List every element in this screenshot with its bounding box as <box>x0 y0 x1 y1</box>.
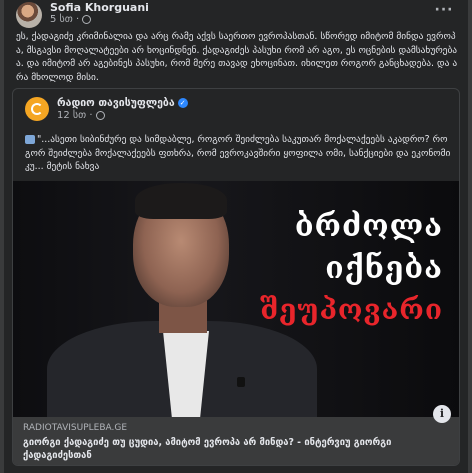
verified-badge-icon: ✓ <box>177 98 188 108</box>
shared-post-meta: 12 სთ · <box>57 110 105 121</box>
logo-mark <box>31 103 43 115</box>
shared-post-time[interactable]: 12 სთ · <box>57 110 93 121</box>
shared-post[interactable]: რადიო თავისუფლება ✓ 12 სთ · "...ასეთი სი… <box>12 88 460 466</box>
shared-page-name-row: რადიო თავისუფლება ✓ <box>57 97 188 109</box>
post-text: ეს, ქადაგიძე კრიმინალია და არც რამე აქვს… <box>16 31 458 83</box>
link-title[interactable]: გიორგი ქადაგიძე თუ ცუდია, ამიტომ ევროპა … <box>23 436 443 462</box>
shared-post-text-body: "...ასეთი სიბინძურე და სიმდაბლე, როგორ შ… <box>25 134 451 172</box>
radio-tavisupleba-logo-icon[interactable] <box>25 97 49 121</box>
globe-icon <box>82 15 92 24</box>
globe-icon <box>95 111 105 120</box>
person-hair <box>135 183 227 219</box>
link-preview-image[interactable]: ბრძოლა იქნება შეუპოვარი <box>13 181 459 417</box>
overlay-text-line-3: შეუპოვარი <box>260 293 443 326</box>
info-icon[interactable]: i <box>433 405 451 423</box>
facebook-post: Sofia Khorguani 5 სთ · ··· ეს, ქადაგიძე … <box>4 0 468 473</box>
speech-bubble-icon <box>25 135 35 144</box>
more-options-button[interactable]: ··· <box>434 2 454 20</box>
link-preview-footer[interactable]: i RADIOTAVISUPLEBA.GE გიორგი ქადაგიძე თუ… <box>13 405 459 465</box>
overlay-text-line-1: ბრძოლა <box>294 209 443 244</box>
overlay-text-line-2: იქნება <box>325 251 443 286</box>
link-domain: RADIOTAVISUPLEBA.GE <box>23 423 128 433</box>
shared-post-text: "...ასეთი სიბინძურე და სიმდაბლე, როგორ შ… <box>25 133 451 174</box>
post-header: Sofia Khorguani 5 სთ · ··· <box>4 0 468 28</box>
post-meta: 5 სთ · <box>50 14 92 25</box>
shared-page-name[interactable]: რადიო თავისუფლება <box>57 97 175 109</box>
lapel-microphone <box>237 377 245 387</box>
author-name[interactable]: Sofia Khorguani <box>50 1 149 14</box>
author-avatar[interactable] <box>16 2 42 28</box>
post-time[interactable]: 5 სთ · <box>50 14 79 25</box>
